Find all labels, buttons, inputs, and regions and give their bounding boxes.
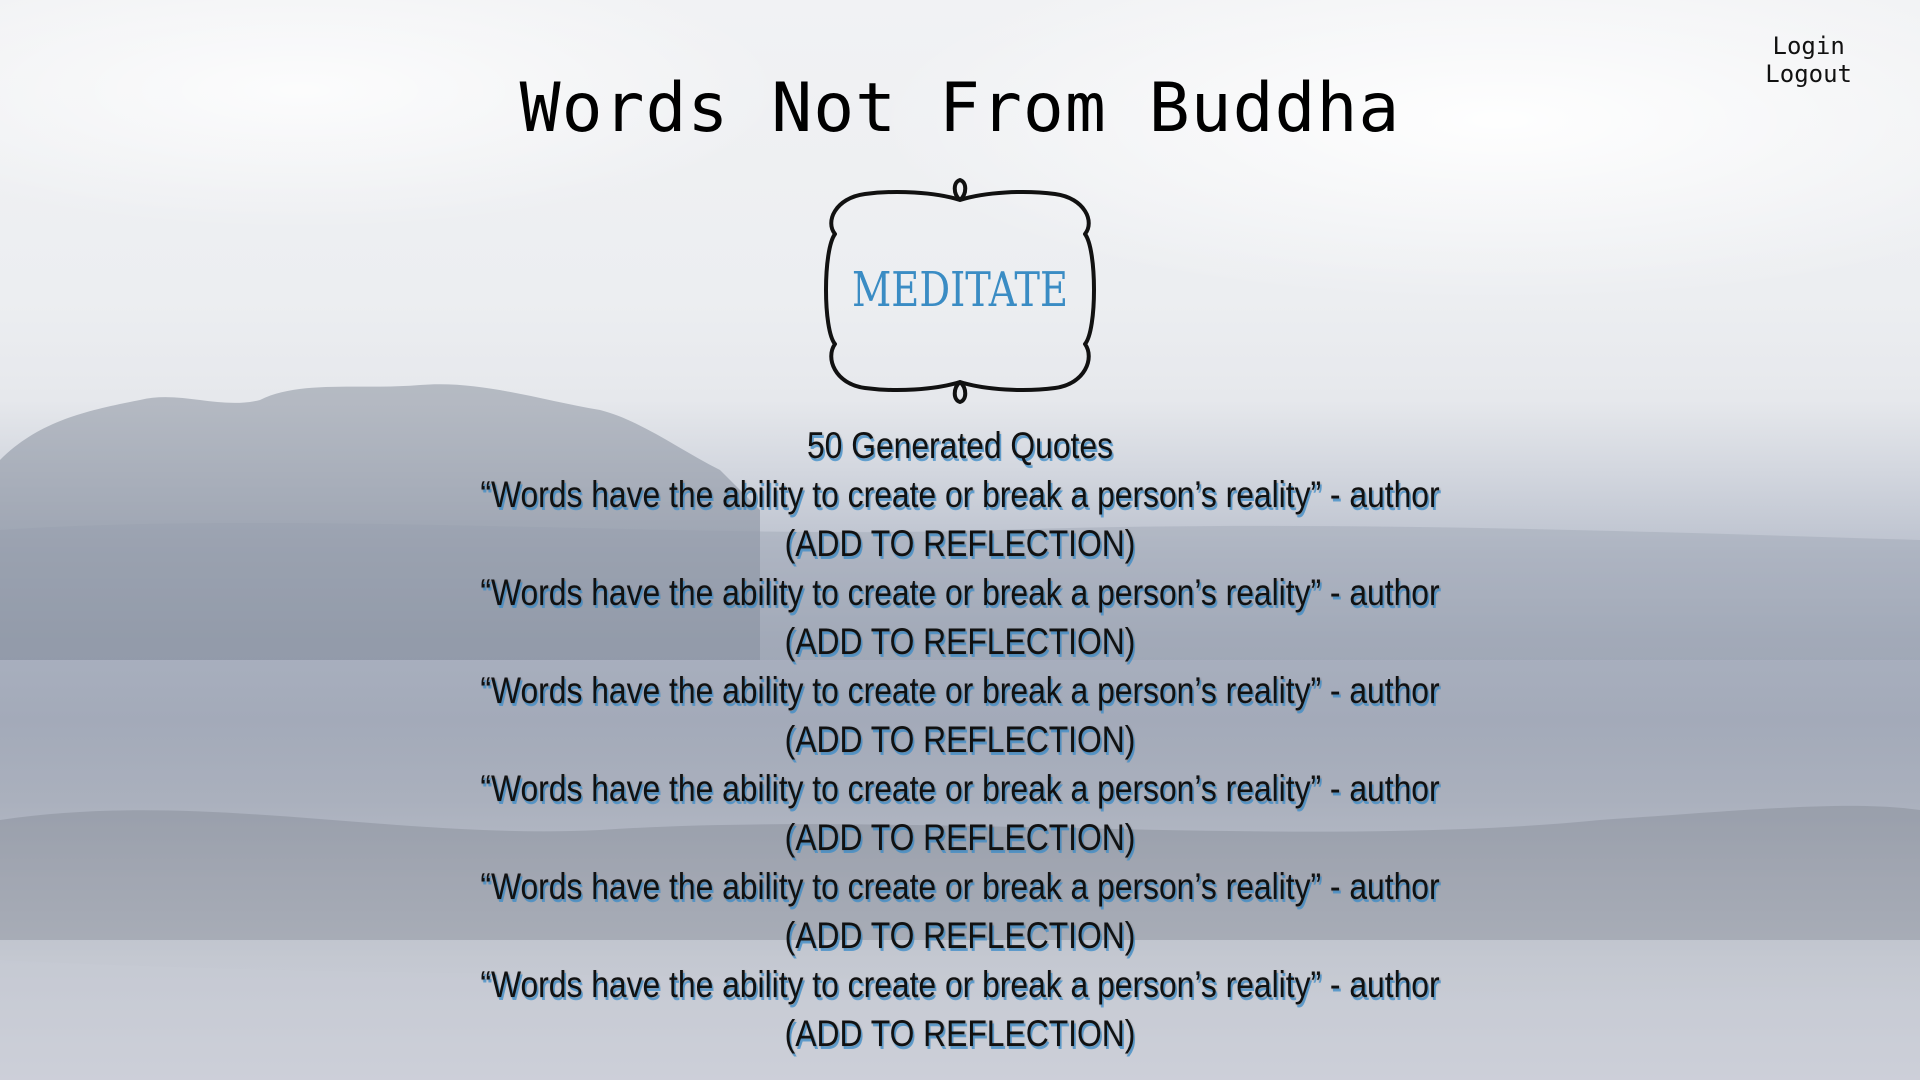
add-to-reflection-button[interactable]: (ADD TO REFLECTION) xyxy=(785,617,1136,666)
logo-text: MEDITATE xyxy=(852,262,1068,318)
add-to-reflection-button[interactable]: (ADD TO REFLECTION) xyxy=(785,519,1136,568)
add-to-reflection-button[interactable]: (ADD TO REFLECTION) xyxy=(785,813,1136,862)
quote-text: “Words have the ability to create or bre… xyxy=(480,768,1440,809)
quote-text: “Words have the ability to create or bre… xyxy=(480,670,1440,711)
add-to-reflection-button[interactable]: (ADD TO REFLECTION) xyxy=(785,911,1136,960)
list-item: “Words have the ability to create or bre… xyxy=(134,764,1785,862)
add-to-reflection-button[interactable]: (ADD TO REFLECTION) xyxy=(785,1009,1136,1058)
add-to-reflection-button[interactable]: (ADD TO REFLECTION) xyxy=(785,715,1136,764)
quote-text: “Words have the ability to create or bre… xyxy=(480,964,1440,1005)
list-item: “Words have the ability to create or bre… xyxy=(134,960,1785,1058)
quote-count: 50 Generated Quotes xyxy=(806,425,1114,466)
quote-text: “Words have the ability to create or bre… xyxy=(480,572,1440,613)
quotes-list: 50 Generated Quotes “Words have the abil… xyxy=(134,421,1785,1058)
meditate-logo: MEDITATE xyxy=(824,178,1096,404)
quote-text: “Words have the ability to create or bre… xyxy=(480,866,1440,907)
login-link[interactable]: Login xyxy=(1765,32,1852,60)
list-item: “Words have the ability to create or bre… xyxy=(134,862,1785,960)
list-item: “Words have the ability to create or bre… xyxy=(134,568,1785,666)
page-title: Words Not From Buddha xyxy=(519,69,1401,148)
list-item: “Words have the ability to create or bre… xyxy=(134,666,1785,764)
list-item: “Words have the ability to create or bre… xyxy=(134,470,1785,568)
quote-text: “Words have the ability to create or bre… xyxy=(480,474,1440,515)
